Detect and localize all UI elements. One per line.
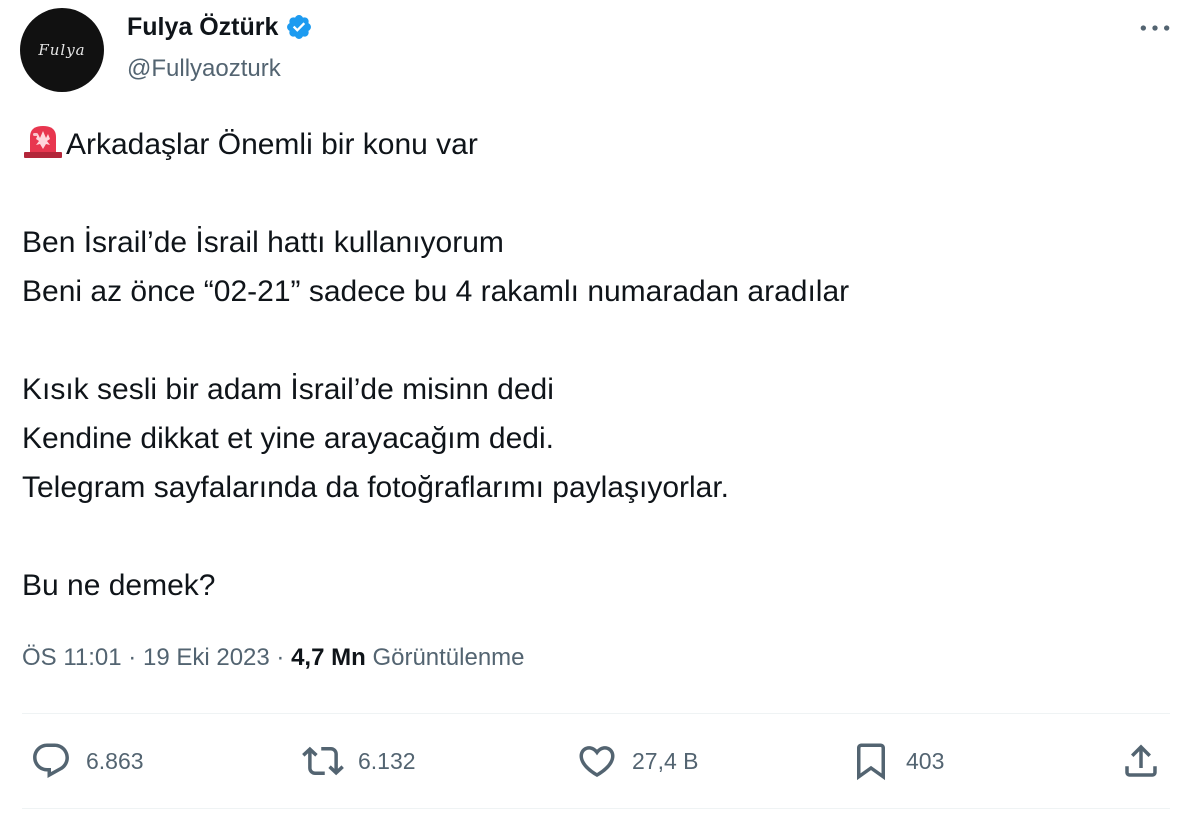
retweet-count: 6.132 [358, 747, 416, 774]
tweet-text: Arkadaşlar Önemli bir konu var Ben İsrai… [22, 120, 1162, 610]
retweet-button[interactable]: 6.132 [302, 736, 416, 786]
avatar[interactable]: Fulya [20, 8, 104, 92]
author-name-row[interactable]: Fulya Öztürk [127, 12, 313, 42]
reply-button[interactable]: 6.863 [30, 736, 144, 786]
author-display-name[interactable]: Fulya Öztürk [127, 12, 278, 42]
tweet-date[interactable]: 19 Eki 2023 [143, 644, 270, 671]
share-button[interactable] [1120, 736, 1162, 786]
tweet-line: Kısık sesli bir adam İsrail’de misinn de… [22, 373, 554, 406]
more-horizontal-icon [1140, 25, 1170, 31]
more-options-button[interactable] [1132, 8, 1178, 48]
police-car-light-icon [24, 126, 62, 158]
tweet-line: Ben İsrail’de İsrail hattı kullanıyorum [22, 226, 504, 259]
reply-icon [33, 743, 69, 778]
bookmark-button[interactable]: 403 [850, 736, 944, 786]
tweet-line: Beni az önce “02-21” sadece bu 4 rakamlı… [22, 275, 850, 308]
meta-separator: · [276, 644, 285, 671]
reply-count: 6.863 [86, 747, 144, 774]
like-button[interactable]: 27,4 B [576, 736, 699, 786]
tweet-meta: ÖS 11:01 · 19 Eki 2023 · 4,7 Mn Görüntül… [22, 641, 525, 675]
meta-separator: · [128, 644, 137, 671]
share-icon [1125, 744, 1157, 777]
divider [22, 713, 1170, 714]
verified-badge-icon [287, 15, 312, 39]
like-count: 27,4 B [632, 747, 699, 774]
tweet-line: Kendine dikkat et yine arayacağım dedi. [22, 422, 554, 455]
bookmark-icon [857, 743, 885, 781]
avatar-logo: Fulya [38, 41, 86, 59]
tweet-line: Bu ne demek? [22, 569, 216, 602]
tweet-line-text: Arkadaşlar Önemli bir konu var [66, 128, 478, 161]
heart-icon [579, 746, 615, 778]
bookmark-count: 403 [906, 747, 945, 774]
tweet-time[interactable]: ÖS 11:01 [22, 644, 122, 671]
views-label: Görüntülenme [372, 644, 525, 671]
retweet-icon [302, 746, 344, 776]
views-count: 4,7 Mn [291, 644, 366, 671]
tweet-line: Arkadaşlar Önemli bir konu var [22, 120, 1162, 169]
author-handle[interactable]: @Fullyaozturk [127, 54, 281, 84]
tweet-line: Telegram sayfalarında da fotoğraflarımı … [22, 471, 730, 504]
divider [22, 808, 1170, 809]
